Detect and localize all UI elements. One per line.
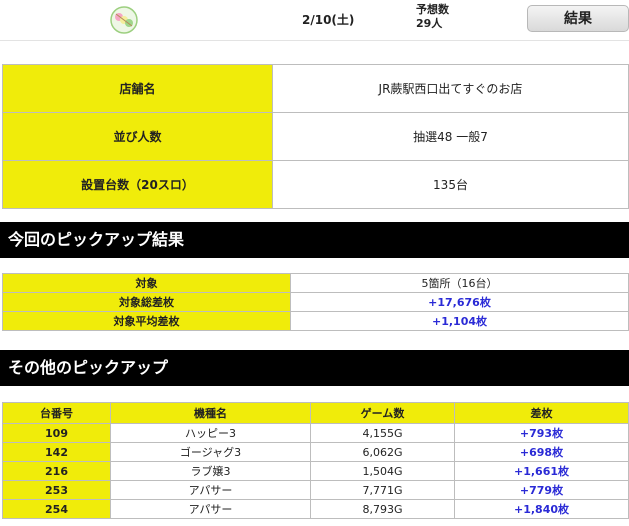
- section-title-pickup-result: 今回のピックアップ結果: [0, 222, 629, 258]
- machine-diff: +779枚: [454, 480, 629, 500]
- queue-value: 抽選48 一般7: [272, 112, 629, 161]
- queue-label: 並び人数: [2, 112, 273, 161]
- table-row: 並び人数 抽選48 一般7: [2, 112, 629, 161]
- table-row: 142 ゴージャグ3 6,062G +698枚: [2, 442, 629, 462]
- machine-diff: +698枚: [454, 442, 629, 462]
- col-header-diff: 差枚: [454, 402, 629, 424]
- total-diff-label: 対象総差枚: [2, 292, 291, 312]
- result-button[interactable]: 結果: [527, 5, 629, 32]
- machine-number: 142: [2, 442, 111, 462]
- machine-number: 109: [2, 423, 111, 443]
- machine-diff: +793枚: [454, 423, 629, 443]
- machine-number: 254: [2, 499, 111, 519]
- machine-games: 1,504G: [310, 461, 455, 481]
- col-header-number: 台番号: [2, 402, 111, 424]
- table-row: 109 ハッピー3 4,155G +793枚: [2, 423, 629, 443]
- shop-name-value: JR蕨駅西口出てすぐのお店: [272, 64, 629, 113]
- table-header-row: 台番号 機種名 ゲーム数 差枚: [2, 402, 629, 424]
- machine-model: ハッピー3: [110, 423, 311, 443]
- table-row: 253 アパサー 7,771G +779枚: [2, 480, 629, 500]
- forecast-count: 予想数 29人: [416, 3, 449, 31]
- table-row: 店舗名 JR蕨駅西口出てすぐのお店: [2, 64, 629, 113]
- total-diff-value: +17,676枚: [290, 292, 629, 312]
- machine-count-label: 設置台数（20スロ）: [2, 160, 273, 209]
- shop-name-label: 店舗名: [2, 64, 273, 113]
- top-bar: 2/10(土) 予想数 29人 結果: [0, 0, 629, 41]
- machine-model: ゴージャグ3: [110, 442, 311, 462]
- date-label: 2/10(土): [302, 13, 355, 27]
- section-title-other-pickup: その他のピックアップ: [0, 350, 629, 386]
- table-row: 対象平均差枚 +1,104枚: [2, 311, 629, 331]
- machine-games: 6,062G: [310, 442, 455, 462]
- machine-diff: +1,661枚: [454, 461, 629, 481]
- machine-number: 253: [2, 480, 111, 500]
- target-label: 対象: [2, 273, 291, 293]
- table-row: 対象総差枚 +17,676枚: [2, 292, 629, 312]
- avg-diff-value: +1,104枚: [290, 311, 629, 331]
- machine-number: 216: [2, 461, 111, 481]
- dango-logo-icon: [110, 6, 138, 34]
- forecast-label: 予想数: [416, 3, 449, 16]
- machine-model: アパサー: [110, 480, 311, 500]
- machine-model: アパサー: [110, 499, 311, 519]
- machine-games: 7,771G: [310, 480, 455, 500]
- col-header-games: ゲーム数: [310, 402, 455, 424]
- table-row: 設置台数（20スロ） 135台: [2, 160, 629, 209]
- shop-info-table: 店舗名 JR蕨駅西口出てすぐのお店 並び人数 抽選48 一般7 設置台数（20ス…: [2, 64, 629, 209]
- table-row: 254 アパサー 8,793G +1,840枚: [2, 499, 629, 519]
- forecast-value: 29人: [416, 17, 443, 30]
- avg-diff-label: 対象平均差枚: [2, 311, 291, 331]
- machine-model: ラブ嬢3: [110, 461, 311, 481]
- machine-diff: +1,840枚: [454, 499, 629, 519]
- machine-games: 8,793G: [310, 499, 455, 519]
- col-header-model: 機種名: [110, 402, 311, 424]
- table-row: 216 ラブ嬢3 1,504G +1,661枚: [2, 461, 629, 481]
- machine-games: 4,155G: [310, 423, 455, 443]
- table-row: 対象 5箇所（16台）: [2, 273, 629, 293]
- other-pickup-table: 台番号 機種名 ゲーム数 差枚 109 ハッピー3 4,155G +793枚 1…: [2, 402, 629, 519]
- pickup-result-table: 対象 5箇所（16台） 対象総差枚 +17,676枚 対象平均差枚 +1,104…: [2, 273, 629, 331]
- target-value: 5箇所（16台）: [290, 273, 629, 293]
- machine-count-value: 135台: [272, 160, 629, 209]
